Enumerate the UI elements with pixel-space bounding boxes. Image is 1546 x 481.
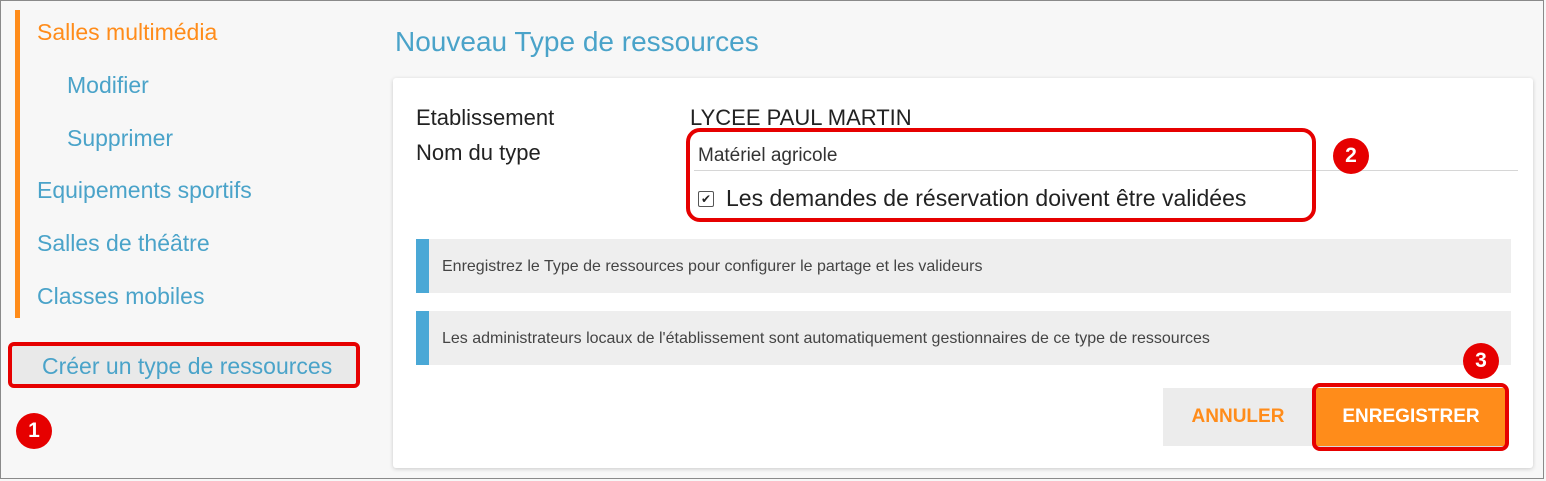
sidebar-item-equipements-sportifs[interactable]: Equipements sportifs <box>37 177 252 204</box>
step-marker-3: 3 <box>1463 343 1499 379</box>
sidebar-item-salles-multimedia[interactable]: Salles multimédia <box>37 19 217 46</box>
create-resource-type-button[interactable]: Créer un type de ressources <box>8 342 360 388</box>
sidebar-item-modifier[interactable]: Modifier <box>67 72 149 99</box>
form-card: Etablissement LYCEE PAUL MARTIN Nom du t… <box>393 78 1533 468</box>
sidebar-active-rail <box>15 10 20 318</box>
type-name-label: Nom du type <box>416 140 541 165</box>
step-marker-1: 1 <box>16 413 52 449</box>
sidebar-item-classes-mobiles[interactable]: Classes mobiles <box>37 283 204 310</box>
save-button[interactable]: ENREGISTRER <box>1316 388 1506 446</box>
sidebar-item-supprimer[interactable]: Supprimer <box>67 125 173 152</box>
sidebar-item-salles-de-theatre[interactable]: Salles de théâtre <box>37 230 210 257</box>
info-note-admins: Les administrateurs locaux de l'établiss… <box>416 311 1511 365</box>
validation-checkbox-label[interactable]: Les demandes de réservation doivent être… <box>726 185 1246 212</box>
step-marker-2: 2 <box>1333 138 1369 174</box>
type-name-input[interactable] <box>694 142 1518 171</box>
cancel-button[interactable]: ANNULER <box>1163 388 1313 446</box>
etablissement-value: LYCEE PAUL MARTIN <box>690 105 912 130</box>
etablissement-label: Etablissement <box>416 105 555 130</box>
validation-checkbox[interactable]: ✔ <box>698 191 714 207</box>
page-title: Nouveau Type de ressources <box>395 26 759 57</box>
info-note-configure: Enregistrez le Type de ressources pour c… <box>416 239 1511 293</box>
